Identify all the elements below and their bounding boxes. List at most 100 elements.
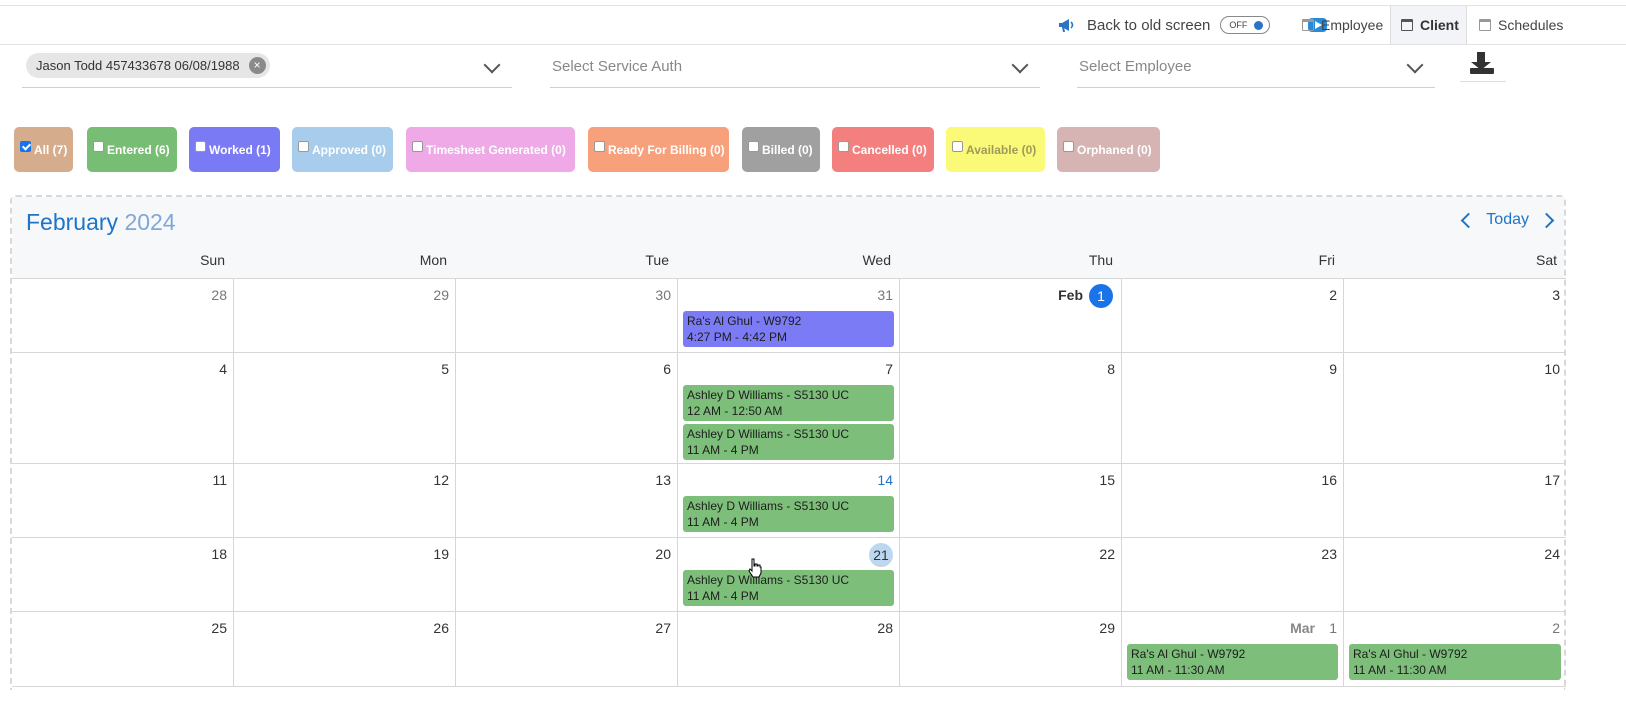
day-number: 16	[1321, 472, 1337, 488]
tab-employee[interactable]: Employee	[1302, 6, 1391, 44]
calendar-event[interactable]: Ra's Al Ghul - W9792 11 AM - 11:30 AM	[1127, 644, 1338, 680]
client-chip: Jason Todd 457433678 06/08/1988 ×	[26, 53, 270, 78]
calendar-day[interactable]: 4	[12, 353, 234, 463]
calendar-day[interactable]: 5	[234, 353, 456, 463]
calendar-day[interactable]: 2 Ra's Al Ghul - W9792 11 AM - 11:30 AM	[1344, 612, 1566, 686]
calendar-day[interactable]: 1 Mar Ra's Al Ghul - W9792 11 AM - 11:30 AM	[1122, 612, 1344, 686]
calendar-day[interactable]: 16	[1122, 464, 1344, 537]
filter-checkbox[interactable]	[298, 141, 309, 152]
filter-label: Cancelled (0)	[852, 142, 927, 157]
filter-button[interactable]: Billed (0)	[742, 127, 820, 172]
event-title: Ra's Al Ghul - W9792	[687, 314, 802, 328]
calendar-day[interactable]: 7 Ashley D Williams - S5130 UC 12 AM - 12:…	[678, 353, 900, 463]
calendar-day[interactable]: 20	[456, 538, 678, 611]
old-screen-toggle[interactable]: OFF	[1220, 16, 1271, 34]
tab-schedules[interactable]: Schedules	[1479, 6, 1563, 44]
filter-button[interactable]: Entered (6)	[87, 127, 177, 172]
filter-button[interactable]: Timesheet Generated (0)	[406, 127, 575, 172]
calendar-day[interactable]: 29	[900, 612, 1122, 686]
calendar-day[interactable]: 18	[12, 538, 234, 611]
calendar-event[interactable]: Ashley D Williams - S5130 UC 11 AM - 4 PM	[683, 570, 894, 606]
filter-checkbox[interactable]	[748, 141, 759, 152]
chevron-down-icon[interactable]	[1406, 56, 1424, 74]
calendar-day[interactable]: 1 Feb	[900, 279, 1122, 352]
calendar-day[interactable]: 21 Ashley D Williams - S5130 UC 11 AM - 4 …	[678, 538, 900, 611]
calendar-day[interactable]: 22	[900, 538, 1122, 611]
filter-checkbox[interactable]	[1063, 141, 1074, 152]
chevron-right-icon[interactable]	[1538, 212, 1555, 228]
calendar-day[interactable]: 26	[234, 612, 456, 686]
calendar-day[interactable]: 28	[678, 612, 900, 686]
day-number: 9	[1329, 361, 1337, 377]
calendar-day[interactable]: 30	[456, 279, 678, 352]
day-number: 21	[869, 543, 893, 567]
event-time: 12 AM - 12:50 AM	[687, 404, 783, 418]
filter-checkbox[interactable]	[195, 141, 206, 152]
weekday-header: Wed	[862, 252, 891, 268]
tab-client[interactable]: Client	[1390, 6, 1467, 44]
filter-button[interactable]: Cancelled (0)	[832, 127, 934, 172]
day-number: 3	[1552, 287, 1560, 303]
calendar-grid: 28 29 30 31 Ra's Al Ghul - W9792 4:27 PM - 4:…	[12, 278, 1566, 687]
filter-button[interactable]: Approved (0)	[292, 127, 393, 172]
calendar-day[interactable]: 29	[234, 279, 456, 352]
day-number: 23	[1321, 546, 1337, 562]
calendar-event[interactable]: Ashley D Williams - S5130 UC 12 AM - 12:5…	[683, 385, 894, 421]
day-number: 4	[219, 361, 227, 377]
service-auth-select[interactable]: Select Service Auth	[550, 46, 1040, 88]
calendar-day[interactable]: 8	[900, 353, 1122, 463]
calendar-day[interactable]: 17	[1344, 464, 1566, 537]
calendar-day[interactable]: 13	[456, 464, 678, 537]
chevron-down-icon[interactable]	[1011, 56, 1029, 74]
day-number: 6	[663, 361, 671, 377]
calendar-icon	[1401, 19, 1413, 31]
close-icon[interactable]: ×	[248, 57, 266, 74]
filter-button[interactable]: Available (0)	[946, 127, 1045, 172]
calendar-day[interactable]: 12	[234, 464, 456, 537]
calendar-day[interactable]: 6	[456, 353, 678, 463]
calendar-day[interactable]: 2	[1122, 279, 1344, 352]
today-button[interactable]: Today	[1486, 211, 1529, 229]
calendar-day[interactable]: 15	[900, 464, 1122, 537]
client-select[interactable]: Jason Todd 457433678 06/08/1988 ×	[22, 46, 512, 88]
calendar-day[interactable]: 11	[12, 464, 234, 537]
filter-button[interactable]: Orphaned (0)	[1057, 127, 1160, 172]
chevron-down-icon[interactable]	[483, 56, 501, 74]
calendar-day[interactable]: 28	[12, 279, 234, 352]
day-number: 1	[1329, 620, 1337, 636]
download-button[interactable]	[1460, 46, 1506, 82]
calendar-day[interactable]: 31 Ra's Al Ghul - W9792 4:27 PM - 4:42 PM	[678, 279, 900, 352]
calendar-day[interactable]: 25	[12, 612, 234, 686]
calendar-event[interactable]: Ra's Al Ghul - W9792 4:27 PM - 4:42 PM	[683, 311, 894, 347]
day-number: 20	[655, 546, 671, 562]
calendar-day[interactable]: 3	[1344, 279, 1566, 352]
filter-checkbox[interactable]	[93, 141, 104, 152]
filter-checkbox[interactable]	[952, 141, 963, 152]
employee-select[interactable]: Select Employee	[1077, 46, 1435, 88]
day-number: 5	[441, 361, 449, 377]
filter-checkbox[interactable]	[594, 141, 605, 152]
filter-checkbox[interactable]	[20, 141, 31, 152]
calendar-event[interactable]: Ashley D Williams - S5130 UC 11 AM - 4 PM	[683, 424, 894, 460]
chevron-left-icon[interactable]	[1461, 212, 1477, 228]
filter-button[interactable]: Worked (1)	[189, 127, 280, 172]
back-to-old-screen[interactable]: Back to old screen OFF	[1057, 10, 1271, 40]
calendar-day[interactable]: 9	[1122, 353, 1344, 463]
calendar-day[interactable]: 23	[1122, 538, 1344, 611]
calendar-day[interactable]: 24	[1344, 538, 1566, 611]
filter-label: Worked (1)	[209, 142, 271, 157]
calendar-event[interactable]: Ra's Al Ghul - W9792 11 AM - 11:30 AM	[1349, 644, 1561, 680]
calendar-event[interactable]: Ashley D Williams - S5130 UC 11 AM - 4 PM	[683, 496, 894, 532]
calendar-day[interactable]: 19	[234, 538, 456, 611]
tab-client-label: Client	[1420, 17, 1459, 33]
calendar-day[interactable]: 14 Ashley D Williams - S5130 UC 11 AM - 4 …	[678, 464, 900, 537]
calendar-week: 4 5 6 7 Ashley D Williams - S5130 UC 12 AM - …	[12, 353, 1566, 464]
filter-checkbox[interactable]	[838, 141, 849, 152]
calendar-day[interactable]: 10	[1344, 353, 1566, 463]
filter-button[interactable]: All (7)	[14, 127, 73, 172]
day-number: 28	[877, 620, 893, 636]
filter-checkbox[interactable]	[412, 141, 423, 152]
calendar-week: 25 26 27 28 29 1 Mar Ra's Al Ghul - W9792 11 AM …	[12, 612, 1566, 687]
calendar-day[interactable]: 27	[456, 612, 678, 686]
filter-button[interactable]: Ready For Billing (0)	[588, 127, 729, 172]
